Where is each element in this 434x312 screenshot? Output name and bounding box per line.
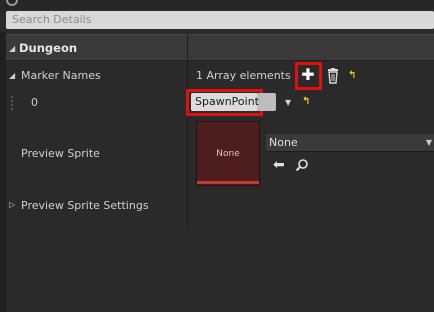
left-gutter — [0, 32, 6, 312]
element-index-label: 0 — [31, 96, 38, 109]
thumbnail-color-bar — [197, 181, 259, 184]
preview-sprite-label: Preview Sprite — [21, 147, 100, 160]
panel-settings-icon[interactable] — [6, 0, 18, 6]
add-element-button[interactable]: ✚ — [299, 66, 317, 84]
column-divider[interactable] — [187, 34, 188, 228]
asset-picker-dropdown[interactable]: None ▼ — [266, 134, 434, 152]
element-options-dropdown-icon[interactable]: ▼ — [285, 98, 291, 107]
array-count-text: 1 Array elements — [196, 69, 291, 82]
delete-all-icon[interactable] — [326, 68, 340, 84]
reset-to-default-icon[interactable]: ↰ — [348, 70, 356, 81]
search-details-input[interactable]: Search Details — [6, 11, 434, 29]
category-dungeon[interactable]: ◢ Dungeon — [6, 34, 434, 61]
element-value-combo[interactable]: SpawnPoint — [191, 93, 276, 111]
panel-top-strip — [0, 0, 434, 9]
asset-picker-value: None — [269, 136, 298, 149]
browse-search-icon[interactable] — [295, 158, 309, 172]
chevron-down-icon: ▼ — [425, 138, 432, 147]
preview-settings-expand-icon[interactable]: ▷ — [9, 200, 15, 209]
thumbnail-text: None — [216, 149, 240, 159]
element-value-field[interactable]: SpawnPoint — [191, 93, 259, 111]
details-panel: Search Details ◢ Dungeon ◢ Marker Names … — [0, 0, 434, 312]
use-selected-arrow-icon[interactable]: ⬅ — [273, 158, 285, 172]
marker-names-label: Marker Names — [21, 69, 101, 82]
sprite-thumbnail[interactable]: None — [196, 121, 260, 186]
marker-names-collapse-icon[interactable]: ◢ — [9, 71, 15, 80]
expand-arrow-icon[interactable]: ◢ — [9, 44, 15, 53]
drag-handle-icon[interactable] — [11, 96, 16, 110]
category-label: Dungeon — [19, 41, 78, 55]
preview-sprite-settings-label: Preview Sprite Settings — [21, 199, 149, 212]
element-reset-icon[interactable]: ↰ — [302, 96, 310, 107]
